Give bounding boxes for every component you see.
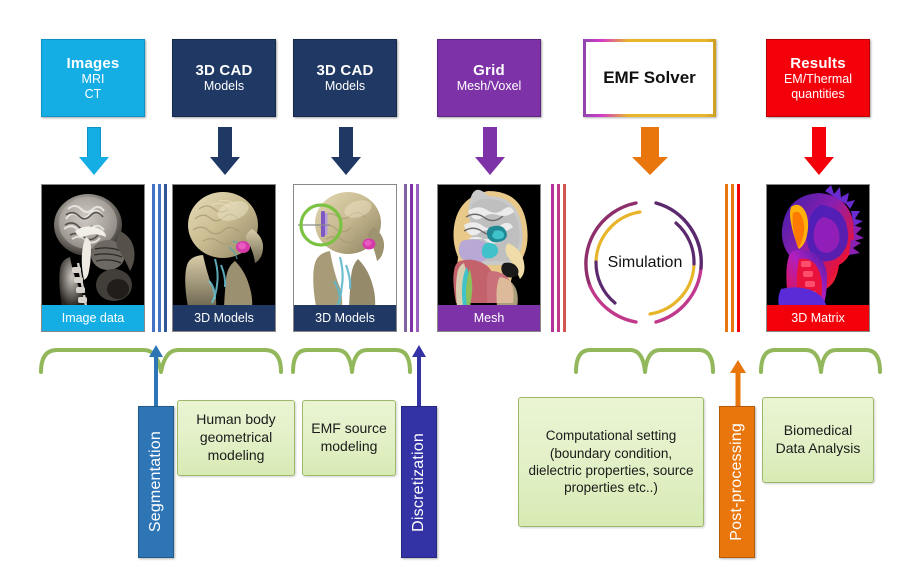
arrow-down-images: [78, 127, 110, 175]
arrow-up-segmentation: [146, 345, 166, 407]
task-box-emf-source-text: EMF source modeling: [311, 420, 387, 454]
source-box-results-line3: quantities: [791, 86, 845, 101]
process-bar-discretization[interactable]: Discretization: [401, 406, 437, 558]
source-box-emf-solver[interactable]: EMF Solver: [583, 39, 716, 117]
panel-3d-model-1-caption: 3D Models: [173, 305, 275, 331]
simulation-label: Simulation: [607, 253, 683, 271]
source-box-cad-1-line2: Models: [203, 79, 245, 94]
task-box-geometry-text: Human body geometrical modeling: [196, 411, 276, 463]
brace-computational-setting: [572, 342, 717, 374]
panel-3d-matrix[interactable]: 3D Matrix: [766, 184, 870, 332]
source-box-images-title: Images: [66, 54, 120, 72]
brace-biomedical-analysis: [757, 342, 885, 374]
process-bar-discretization-label: Discretization: [410, 432, 427, 532]
head-3d-model-with-source-art: [294, 185, 396, 305]
source-box-cad-1[interactable]: 3D CAD Models: [172, 39, 276, 117]
panel-image-data-caption: Image data: [42, 305, 144, 331]
separator-stripes-after-mesh: [551, 184, 566, 332]
arrow-down-results: [803, 127, 835, 175]
task-box-biomedical-analysis-text: Biomedical Data Analysis: [775, 422, 861, 456]
head-3d-model-art: [173, 185, 275, 305]
mri-sagittal-scan-art: [42, 185, 144, 305]
task-box-biomedical-analysis[interactable]: Biomedical Data Analysis: [762, 397, 874, 483]
source-box-cad-1-title: 3D CAD: [195, 62, 253, 80]
arrow-down-cad-2: [330, 127, 362, 175]
source-box-cad-2-line2: Models: [324, 79, 366, 94]
source-box-results-line2: EM/Thermal: [783, 72, 853, 87]
source-box-grid-line2: Mesh/Voxel: [456, 79, 522, 94]
panel-mesh-caption: Mesh: [438, 305, 540, 331]
panel-image-data[interactable]: Image data: [41, 184, 145, 332]
panel-3d-matrix-caption: 3D Matrix: [767, 305, 869, 331]
source-box-images-line2: MRI: [81, 72, 105, 87]
process-bar-segmentation[interactable]: Segmentation: [138, 406, 174, 558]
panel-3d-model-2-caption: 3D Models: [294, 305, 396, 331]
brace-emf-source: [289, 342, 414, 374]
source-box-images-line3: CT: [84, 86, 102, 101]
source-box-grid[interactable]: Grid Mesh/Voxel: [437, 39, 541, 117]
source-box-results-title: Results: [790, 54, 846, 72]
panel-mesh[interactable]: Mesh: [437, 184, 541, 332]
arrow-up-discretization: [409, 345, 429, 407]
panel-3d-model-1[interactable]: 3D Models: [172, 184, 276, 332]
separator-stripes-after-simulation: [725, 184, 740, 332]
task-box-computational-setting[interactable]: Computational setting (boundary conditio…: [518, 397, 704, 527]
task-box-emf-source[interactable]: EMF source modeling: [302, 400, 396, 476]
workflow-diagram: Images MRI CT 3D CAD Models 3D CAD Model…: [0, 0, 900, 567]
panel-3d-model-2[interactable]: 3D Models: [293, 184, 397, 332]
separator-stripes-after-image-data: [152, 184, 167, 332]
source-box-images[interactable]: Images MRI CT: [41, 39, 145, 117]
thermal-em-field-map-art: [767, 185, 869, 305]
source-box-cad-2[interactable]: 3D CAD Models: [293, 39, 397, 117]
process-bar-postprocessing[interactable]: Post-processing: [719, 406, 755, 558]
source-box-grid-title: Grid: [473, 62, 505, 80]
segmented-head-mesh-art: [438, 185, 540, 305]
task-box-geometry[interactable]: Human body geometrical modeling: [177, 400, 295, 476]
arrow-down-emf-solver: [632, 127, 668, 175]
task-box-computational-setting-text: Computational setting (boundary conditio…: [528, 428, 694, 496]
source-box-cad-2-title: 3D CAD: [316, 62, 374, 80]
arrow-down-grid: [474, 127, 506, 175]
process-bar-segmentation-label: Segmentation: [147, 431, 164, 533]
process-bar-postprocessing-label: Post-processing: [728, 423, 745, 541]
simulation-ring-graphic: Simulation: [570, 190, 720, 335]
separator-stripes-after-3d-model-2: [404, 184, 419, 332]
arrow-down-cad-1: [209, 127, 241, 175]
source-box-emf-solver-title: EMF Solver: [603, 68, 696, 87]
source-box-results[interactable]: Results EM/Thermal quantities: [766, 39, 870, 117]
arrow-up-postprocessing: [727, 360, 749, 407]
